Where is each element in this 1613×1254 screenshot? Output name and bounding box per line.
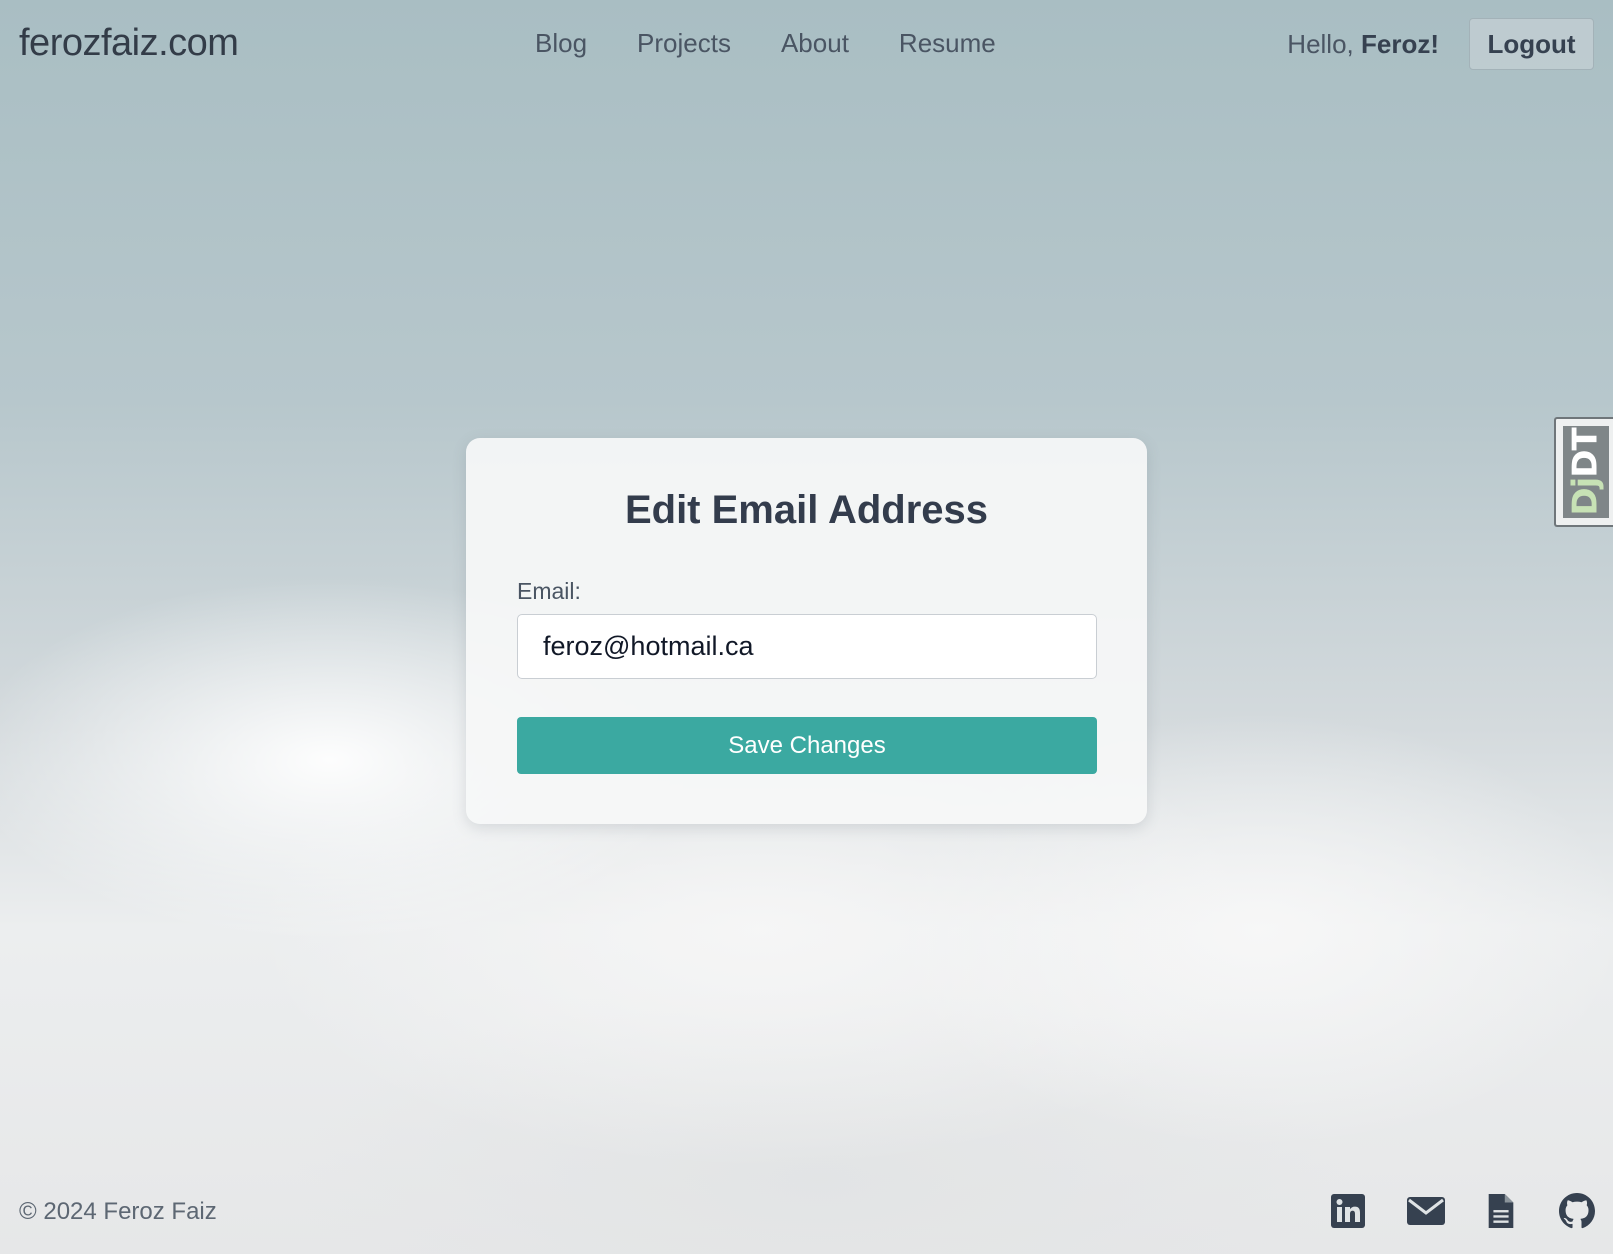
- save-changes-button[interactable]: Save Changes: [517, 717, 1097, 774]
- debug-toolbar-label-dj: Dj: [1566, 477, 1606, 516]
- email-field[interactable]: [517, 614, 1097, 679]
- page-title: Edit Email Address: [624, 488, 989, 532]
- site-header: ferozfaiz.com Blog Projects About Resume…: [0, 0, 1613, 90]
- document-icon[interactable]: [1486, 1193, 1516, 1229]
- nav-resume[interactable]: Resume: [899, 28, 996, 59]
- main-nav: Blog Projects About Resume: [535, 28, 1046, 59]
- footer-copyright: © 2024 Feroz Faiz: [19, 1198, 217, 1225]
- debug-toolbar-badge: DjDT: [1563, 426, 1609, 518]
- linkedin-icon[interactable]: [1330, 1193, 1366, 1229]
- debug-toolbar-handle[interactable]: DjDT: [1554, 417, 1613, 527]
- nav-about[interactable]: About: [781, 28, 849, 59]
- nav-projects[interactable]: Projects: [637, 28, 731, 59]
- email-label: Email:: [517, 578, 581, 604]
- site-logo[interactable]: ferozfaiz.com: [19, 22, 239, 65]
- debug-toolbar-label-dt: DT: [1566, 428, 1606, 478]
- greeting-prefix: Hello,: [1287, 29, 1361, 59]
- nav-blog[interactable]: Blog: [535, 28, 587, 59]
- user-name: Feroz!: [1361, 29, 1439, 59]
- github-icon[interactable]: [1559, 1193, 1595, 1229]
- edit-email-card: Edit Email Address Email: Save Changes: [466, 438, 1147, 824]
- email-icon[interactable]: [1406, 1193, 1446, 1229]
- user-greeting: Hello, Feroz!: [1287, 29, 1439, 60]
- debug-toolbar-label: DjDT: [1566, 428, 1606, 515]
- logout-button[interactable]: Logout: [1469, 18, 1594, 70]
